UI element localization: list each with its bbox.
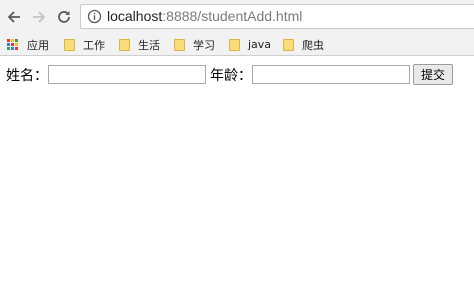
address-bar[interactable]: localhost:8888/studentAdd.html: [80, 4, 474, 29]
browser-toolbar: localhost:8888/studentAdd.html: [0, 0, 474, 34]
folder-icon: [229, 38, 240, 51]
submit-button[interactable]: 提交: [413, 64, 454, 85]
url-path: :8888/studentAdd.html: [162, 8, 303, 24]
student-add-form: 姓名： 年龄： 提交: [6, 64, 454, 85]
arrow-left-icon: [7, 11, 20, 23]
bookmark-life[interactable]: 生活: [119, 34, 160, 55]
folder-icon: [119, 38, 130, 51]
bookmark-label: 学习: [193, 38, 215, 52]
bookmark-label: 生活: [138, 38, 160, 52]
folder-icon: [174, 38, 185, 51]
back-button[interactable]: [3, 6, 25, 28]
age-input[interactable]: [252, 65, 410, 84]
bookmark-java[interactable]: java: [229, 34, 271, 55]
arrow-right-icon: [33, 11, 46, 23]
apps-grid-icon: [7, 38, 19, 51]
age-label: 年龄：: [210, 67, 252, 84]
bookmark-label: 爬虫: [302, 38, 324, 52]
bookmark-work[interactable]: 工作: [64, 34, 105, 55]
forward-button[interactable]: [28, 6, 50, 28]
reload-icon: [58, 11, 70, 23]
info-icon[interactable]: [87, 9, 102, 24]
name-input[interactable]: [48, 65, 206, 84]
name-label: 姓名：: [6, 67, 48, 84]
bookmark-label: java: [248, 38, 272, 51]
bookmarks-bar: 应用 工作 生活 学习 java 爬虫: [0, 34, 474, 56]
bookmark-crawler[interactable]: 爬虫: [283, 34, 324, 55]
url-text[interactable]: localhost:8888/studentAdd.html: [107, 8, 302, 25]
bookmark-study[interactable]: 学习: [174, 34, 215, 55]
reload-button[interactable]: [53, 6, 75, 28]
url-host: localhost: [107, 8, 163, 24]
folder-icon: [64, 38, 75, 51]
bookmark-label: 工作: [83, 38, 105, 52]
bookmark-apps[interactable]: 应用: [7, 34, 49, 55]
folder-icon: [283, 38, 294, 51]
bookmark-label: 应用: [27, 38, 49, 52]
